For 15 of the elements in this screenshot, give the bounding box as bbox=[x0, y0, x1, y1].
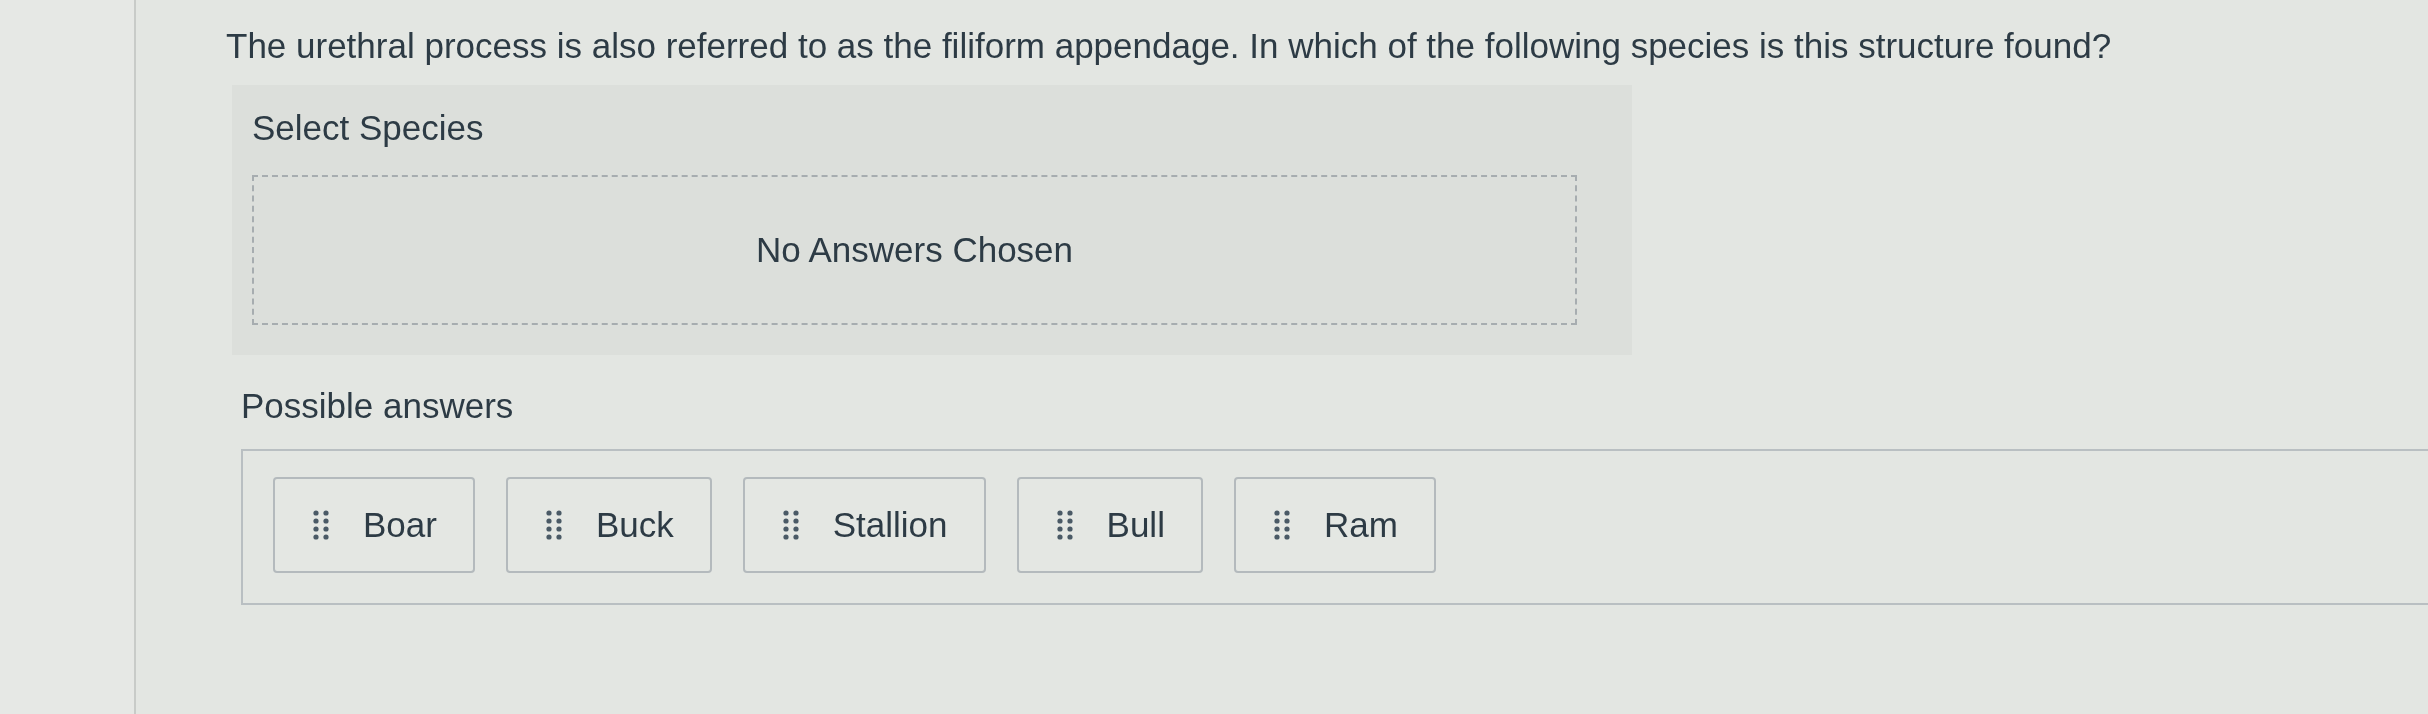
drag-handle-icon bbox=[782, 510, 799, 540]
drag-handle-icon bbox=[1273, 510, 1290, 540]
empty-state-text: No Answers Chosen bbox=[755, 229, 1074, 271]
drop-zone-label: Select Species bbox=[252, 107, 484, 149]
possible-answers-label: Possible answers bbox=[241, 385, 514, 427]
answer-chip[interactable]: Bull bbox=[1016, 477, 1203, 573]
answer-chip[interactable]: Buck bbox=[505, 477, 712, 573]
answer-chip[interactable]: Stallion bbox=[742, 477, 986, 573]
drag-handle-icon bbox=[313, 510, 329, 540]
answer-chip[interactable]: Ram bbox=[1233, 477, 1436, 573]
drag-handle-icon bbox=[545, 510, 562, 540]
answer-chip[interactable]: Boar bbox=[273, 477, 475, 573]
drag-handle-icon bbox=[1056, 510, 1073, 540]
question-text: The urethral process is also referred to as the filiform appendage. In which of the following species is this structure found? bbox=[226, 25, 2112, 67]
answer-drop-zone[interactable]: No Answers Chosen bbox=[252, 175, 1577, 325]
